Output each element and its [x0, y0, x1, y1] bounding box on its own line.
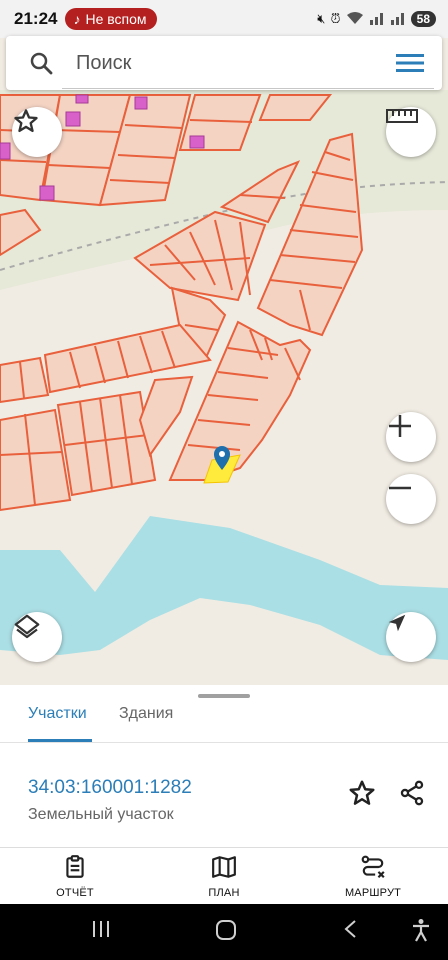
tab-parcels[interactable]: Участки: [28, 705, 87, 723]
sheet-grab-handle[interactable]: [198, 694, 250, 698]
share-button[interactable]: [396, 779, 428, 811]
nav-route-label: МАРШРУТ: [344, 887, 402, 899]
star-icon: [347, 778, 377, 813]
alarm-icon: ⏰︎: [330, 11, 341, 26]
route-icon: [360, 855, 386, 884]
accessibility-icon[interactable]: [410, 918, 432, 947]
battery-indicator: 58: [410, 11, 436, 27]
recents-icon[interactable]: [90, 918, 112, 945]
parcel-type: Земельный участок: [28, 806, 174, 823]
info-bottom-sheet[interactable]: Участки Здания 34:03:160001:1282 Земельн…: [0, 685, 448, 847]
nav-route[interactable]: МАРШРУТ: [323, 854, 423, 899]
wifi-icon: [346, 11, 364, 28]
bottom-navigation: ОТЧЁТ ПЛАН МАРШРУТ: [0, 847, 448, 904]
parcel-info[interactable]: 34:03:160001:1282 Земельный участок: [28, 777, 192, 824]
notification-text: Не вспом: [85, 11, 147, 27]
home-icon[interactable]: [214, 918, 238, 947]
status-icons: 🔇︎ ⏰︎ 58: [317, 11, 436, 28]
back-icon[interactable]: [340, 918, 362, 945]
media-notification-pill[interactable]: ♪ Не вспом: [65, 8, 158, 30]
status-time: 21:24: [14, 9, 58, 28]
system-navigation-bar: [0, 904, 448, 960]
sheet-tabs: Участки Здания: [0, 699, 448, 743]
search-icon[interactable]: [6, 51, 76, 75]
nav-plan-label: ПЛАН: [208, 887, 240, 899]
menu-icon[interactable]: [378, 52, 442, 74]
favorite-parcel-button[interactable]: [346, 779, 378, 811]
report-icon: [62, 855, 88, 884]
nav-report[interactable]: ОТЧЁТ: [25, 854, 125, 899]
signal-icon-2: [390, 11, 406, 28]
signal-icon: [369, 11, 385, 28]
music-note-icon: ♪: [73, 11, 81, 27]
nav-plan[interactable]: ПЛАН: [174, 854, 274, 899]
status-bar: 21:24 ♪ Не вспом 🔇︎ ⏰︎ 58: [0, 0, 448, 38]
map-canvas[interactable]: [0, 38, 448, 685]
search-input[interactable]: [76, 51, 378, 75]
favorites-button[interactable]: [12, 107, 62, 157]
nav-report-label: ОТЧЁТ: [56, 887, 94, 899]
map-view[interactable]: [0, 38, 448, 685]
measure-button[interactable]: [386, 107, 436, 157]
cadastral-number[interactable]: 34:03:160001:1282: [28, 777, 192, 799]
zoom-in-button[interactable]: [386, 412, 436, 462]
search-divider: [62, 88, 434, 89]
zoom-out-button[interactable]: [386, 474, 436, 524]
my-location-button[interactable]: [386, 612, 436, 662]
layers-button[interactable]: [12, 612, 62, 662]
share-icon: [398, 779, 426, 812]
map-icon: [211, 856, 237, 884]
search-bar[interactable]: [6, 36, 442, 90]
active-tab-indicator: [28, 739, 92, 742]
tab-buildings[interactable]: Здания: [119, 705, 173, 723]
mute-icon: 🔇︎: [317, 11, 326, 26]
